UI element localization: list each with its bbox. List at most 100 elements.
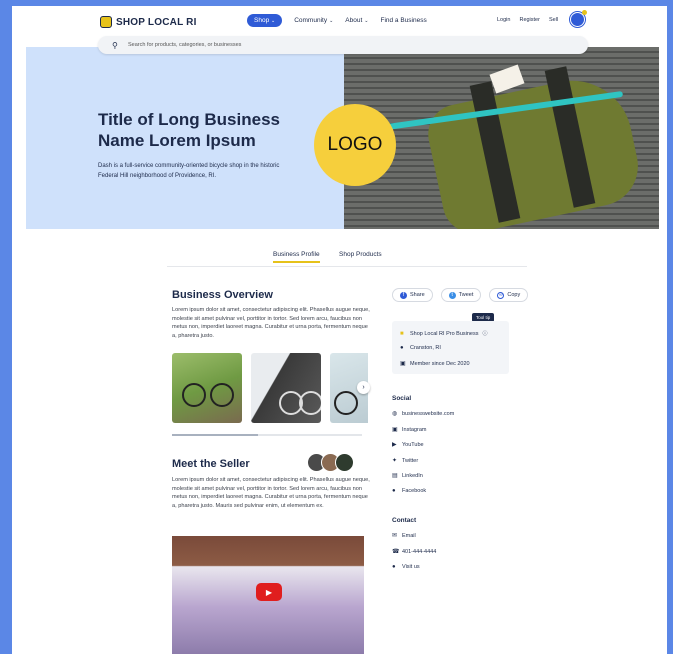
seller-video[interactable]: ▶ (172, 536, 364, 654)
social-link-label: YouTube (402, 441, 424, 448)
facebook-icon: f (400, 291, 407, 299)
contact-label: Email (402, 532, 416, 539)
business-description: Dash is a full-service community-oriente… (98, 163, 280, 179)
social-link-facebook[interactable]: ● Facebook (392, 488, 426, 494)
business-title: Title of Long Business Name Lorem Ipsum (98, 110, 280, 150)
copy-link-button[interactable]: ∞ Copy (489, 288, 529, 302)
social-link-label: LinkedIn (402, 472, 423, 479)
bike-wheel (299, 391, 321, 415)
copy-label: Copy (507, 292, 521, 298)
linkedin-icon: ▤ (392, 473, 398, 479)
shop-badge-icon: ■ (400, 330, 404, 337)
contact-heading: Contact (392, 517, 417, 524)
nav-about-label: About (345, 17, 363, 24)
page-frame: SHOP LOCAL RI Shop ⌄ Community ⌄ About ⌄ F… (12, 6, 667, 654)
nav-shop-label: Shop (254, 17, 270, 24)
gallery-next-button[interactable]: › (357, 381, 370, 394)
hero-banner: Title of Long Business Name Lorem Ipsum … (26, 47, 659, 229)
pro-business-row: ■ Shop Local RI Pro Business ⓘ (400, 330, 488, 338)
contact-label: Visit us (402, 564, 420, 570)
social-link-twitter[interactable]: ✦ Twitter (392, 457, 419, 465)
contact-label: 401-444-4444 (402, 548, 437, 555)
avatar (335, 453, 354, 472)
main-nav: Shop ⌄ Community ⌄ About ⌄ Find a Business (247, 14, 427, 27)
business-logo: LOGO (314, 104, 396, 186)
gallery-image[interactable] (251, 353, 321, 423)
chevron-down-icon: ⌄ (364, 17, 369, 24)
play-icon: ▶ (265, 587, 273, 597)
twitter-icon: ✦ (392, 458, 398, 464)
facebook-icon: ● (392, 488, 396, 494)
chevron-right-icon: › (362, 384, 365, 391)
brand-name: SHOP LOCAL RI (116, 16, 197, 28)
instagram-icon: ▣ (392, 427, 398, 433)
info-icon[interactable]: ⓘ (482, 330, 488, 337)
search-input[interactable] (126, 41, 430, 49)
gallery-progress-fill (172, 434, 258, 436)
nav-about[interactable]: About ⌄ (345, 17, 368, 24)
chevron-down-icon: ⌄ (271, 18, 276, 24)
photo-gallery (172, 353, 368, 425)
search-icon: ⚲ (112, 40, 118, 50)
nav-community-label: Community (294, 17, 328, 24)
brand-logo[interactable]: SHOP LOCAL RI (100, 14, 197, 30)
bike-wheel (210, 383, 234, 407)
social-link-website[interactable]: ◍ businesswebsite.com (392, 410, 455, 418)
account-links: Login Register Sell (497, 17, 558, 23)
social-heading: Social (392, 395, 412, 402)
sell-link[interactable]: Sell (549, 17, 558, 23)
search-bar: ⚲ (98, 36, 588, 54)
calendar-icon: ▣ (400, 361, 406, 367)
nav-community[interactable]: Community ⌄ (294, 17, 333, 24)
business-info-card: ■ Shop Local RI Pro Business ⓘ ● Cransto… (392, 321, 509, 374)
social-link-instagram[interactable]: ▣ Instagram (392, 426, 427, 434)
share-actions: f Share t Tweet ∞ Copy (392, 288, 529, 302)
gallery-progress (172, 434, 362, 436)
tweet-label: Tweet (458, 292, 474, 298)
seller-text: Lorem ipsum dolor sit amet, consectetur … (172, 477, 370, 509)
phone-icon: ☎ (392, 549, 400, 555)
contact-email[interactable]: ✉ Email (392, 532, 416, 540)
link-icon: ∞ (497, 291, 505, 299)
play-button[interactable]: ▶ (256, 583, 282, 601)
contact-visit[interactable]: ● Visit us (392, 564, 420, 570)
social-link-label: Facebook (402, 488, 427, 494)
location-label: Cranston, RI (410, 345, 441, 351)
tweet-button[interactable]: t Tweet (440, 288, 482, 302)
register-link[interactable]: Register (519, 17, 539, 23)
nav-find-business[interactable]: Find a Business (380, 17, 426, 24)
profile-tabs: Business Profile Shop Products (167, 248, 527, 267)
map-pin-icon: ● (392, 564, 396, 570)
social-link-youtube[interactable]: ▶ YouTube (392, 441, 424, 449)
bike-wheel (182, 383, 206, 407)
social-link-linkedin[interactable]: ▤ LinkedIn (392, 472, 423, 480)
login-link[interactable]: Login (497, 17, 510, 23)
mail-icon: ✉ (392, 533, 398, 539)
member-since-row: ▣ Member since Dec 2020 (400, 360, 470, 368)
gallery-image[interactable] (172, 353, 242, 423)
contact-phone[interactable]: ☎ 401-444-4444 (392, 548, 437, 556)
tab-shop-products[interactable]: Shop Products (339, 251, 382, 258)
share-label: Share (410, 292, 425, 298)
globe-icon: ◍ (392, 411, 398, 417)
member-since-label: Member since Dec 2020 (410, 360, 470, 367)
social-link-label: Twitter (402, 457, 419, 464)
bike-wheel (334, 391, 358, 415)
twitter-icon: t (448, 291, 456, 299)
overview-text: Lorem ipsum dolor sit amet, consectetur … (172, 307, 370, 339)
youtube-icon: ▶ (392, 442, 397, 448)
nav-shop[interactable]: Shop ⌄ (247, 14, 283, 27)
social-link-label: businesswebsite.com (402, 410, 455, 417)
overview-heading: Business Overview (172, 289, 273, 301)
chevron-down-icon: ⌄ (329, 17, 334, 24)
location-row: ● Cranston, RI (400, 345, 441, 351)
shop-badge-icon (100, 16, 112, 28)
tab-business-profile[interactable]: Business Profile (273, 251, 320, 263)
profile-avatar[interactable] (570, 10, 587, 27)
map-pin-icon: ● (400, 345, 404, 351)
seller-avatars (307, 453, 354, 472)
social-link-label: Instagram (402, 426, 427, 433)
nav-find-business-label: Find a Business (380, 17, 427, 24)
pro-business-label: Shop Local RI Pro Business (410, 330, 479, 337)
share-button[interactable]: f Share (392, 288, 433, 302)
